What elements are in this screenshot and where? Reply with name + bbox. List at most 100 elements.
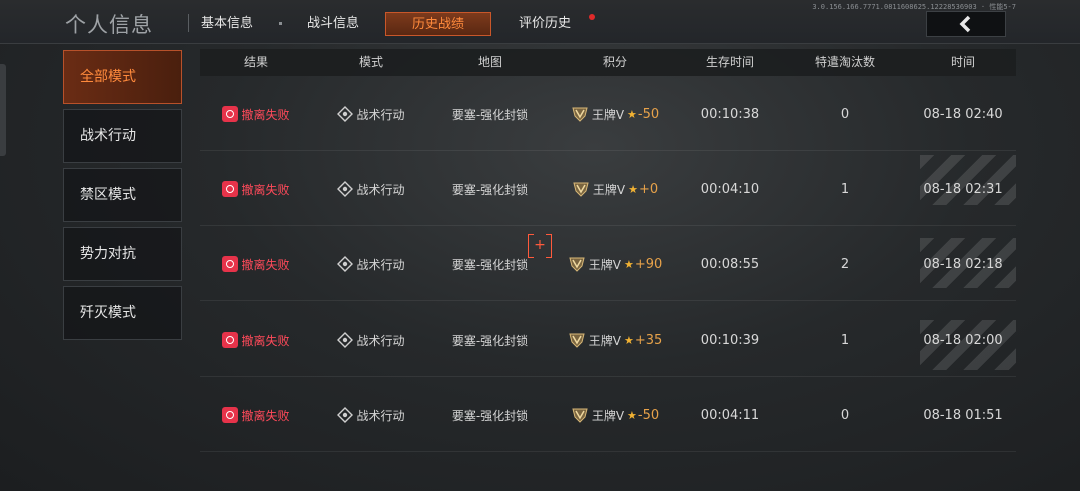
kills-cell: 0 [840,106,850,122]
result-text: 撤离失败 [241,107,290,122]
tactical-ops-icon [337,106,354,122]
sidebar-item-tactical-ops[interactable]: 战术行动 [63,109,182,163]
mode-text: 战术行动 [356,107,405,122]
column-header-kills: 特遣淘汰数 [814,55,875,69]
top-bar: 个人信息 基本信息 战斗信息 历史战绩 评价历史 3.0.156.166.777… [0,0,1080,44]
ace-rank-badge-icon [569,333,585,348]
table-header: 结果 模式 地图 积分 生存时间 特遣淘汰数 时间 [200,49,1016,76]
table-row[interactable]: 撤离失败 战术行动 要塞-强化封锁 王牌V ★ -50 00:10:38 0 08-18 02:… [200,77,1016,151]
score-delta: -50 [637,106,660,122]
star-icon: ★ [628,182,638,196]
ace-rank-badge-icon [569,257,585,272]
crosshair-cursor: + [528,234,552,258]
table-row[interactable]: 撤离失败 战术行动 要塞-强化封锁 王牌V ★ +90 00:08:55 2 08-18 02:… [200,227,1016,301]
notification-dot [589,14,595,20]
score-cell: 王牌V ★ -50 [550,378,680,452]
rank-text: 王牌V [591,107,625,122]
result-cell: 撤离失败 [200,152,312,226]
rank-text: 王牌V [588,333,621,348]
survival-time-cell: 00:08:55 [700,256,760,272]
survival-time-cell: 00:10:39 [700,332,760,348]
result-text: 撤离失败 [241,408,290,423]
score-delta: +0 [638,181,659,197]
map-cell: 要塞-强化封锁 [430,303,550,377]
mode-cell: 战术行动 [312,152,430,226]
sidebar-item-faction-battle[interactable]: 势力对抗 [63,227,182,281]
map-text: 要塞-强化封锁 [451,182,529,197]
sidebar-item-annihilation[interactable]: 歼灭模式 [63,286,182,340]
column-header-survival-time: 生存时间 [705,55,754,69]
page-title: 个人信息 [65,13,153,37]
time-cell: 08-18 02:00 [923,332,1003,348]
map-cell: 要塞-强化封锁 [430,152,550,226]
mode-cell: 战术行动 [312,77,430,151]
score-delta: -50 [637,407,660,423]
rank-text: 王牌V [588,257,621,272]
survival-time-cell: 00:04:11 [700,407,760,423]
fail-icon [222,332,239,348]
tactical-ops-icon [337,332,354,348]
tab-match-history[interactable]: 历史战绩 [385,12,491,36]
rank-text: 王牌V [592,182,626,197]
mode-cell: 战术行动 [312,303,430,377]
mode-cell: 战术行动 [312,227,430,301]
map-text: 要塞-强化封锁 [451,333,529,348]
score-delta: +90 [634,256,663,272]
result-cell: 撤离失败 [200,227,312,301]
ace-rank-badge-icon [572,107,588,122]
kills-cell: 2 [840,256,850,272]
tactical-ops-icon [337,181,354,197]
result-text: 撤离失败 [241,182,290,197]
result-cell: 撤离失败 [200,303,312,377]
fail-icon [222,181,239,197]
fail-icon [222,106,239,122]
column-header-result: 结果 [243,55,268,69]
fail-icon [222,256,239,272]
table-row[interactable]: 撤离失败 战术行动 要塞-强化封锁 王牌V ★ +35 00:10:39 1 08-18 02:… [200,303,1016,377]
mode-text: 战术行动 [356,257,405,272]
tab-rating-history[interactable]: 评价历史 [510,12,580,36]
result-cell: 撤离失败 [200,378,312,452]
score-cell: 王牌V ★ -50 [550,77,680,151]
survival-time-cell: 00:04:10 [700,181,760,197]
time-cell: 08-18 02:31 [923,181,1003,197]
mode-text: 战术行动 [356,182,405,197]
star-icon: ★ [627,107,637,121]
tactical-ops-icon [337,407,354,423]
fail-icon [222,407,239,423]
column-header-mode: 模式 [358,55,383,69]
sidebar-item-restricted-zone[interactable]: 禁区模式 [63,168,182,222]
sidebar-item-all-modes[interactable]: 全部模式 [63,50,182,104]
map-text: 要塞-强化封锁 [451,408,529,423]
title-divider [188,14,189,32]
kills-cell: 1 [840,332,850,348]
column-header-score: 积分 [602,55,627,69]
tab-basic-info[interactable]: 基本信息 [194,12,260,36]
mode-text: 战术行动 [356,408,405,423]
ace-rank-badge-icon [573,182,589,197]
survival-time-cell: 00:10:38 [700,106,760,122]
result-text: 撤离失败 [241,333,290,348]
ace-rank-badge-icon [572,408,588,423]
back-button[interactable] [926,11,1006,37]
score-cell: 王牌V ★ +0 [550,152,680,226]
map-text: 要塞-强化封锁 [451,107,529,122]
rank-text: 王牌V [591,408,625,423]
time-cell: 08-18 01:51 [923,407,1003,423]
tab-divider [279,22,282,25]
star-icon: ★ [627,408,637,422]
table-row[interactable]: 撤离失败 战术行动 要塞-强化封锁 王牌V ★ -50 00:04:11 0 08-18 01:… [200,378,1016,452]
mode-text: 战术行动 [356,333,405,348]
result-text: 撤离失败 [241,257,290,272]
time-cell: 08-18 02:40 [923,106,1003,122]
table-row[interactable]: 撤离失败 战术行动 要塞-强化封锁 王牌V ★ +0 00:04:10 1 08-18 02:3… [200,152,1016,226]
star-icon: ★ [623,333,634,347]
tab-battle-info[interactable]: 战斗信息 [298,12,368,36]
chevron-left-icon [959,15,971,33]
map-text: 要塞-强化封锁 [451,257,529,272]
map-cell: 要塞-强化封锁 [430,378,550,452]
score-cell: 王牌V ★ +90 [550,227,680,301]
side-handle[interactable] [0,64,6,156]
kills-cell: 0 [840,407,850,423]
mode-cell: 战术行动 [312,378,430,452]
